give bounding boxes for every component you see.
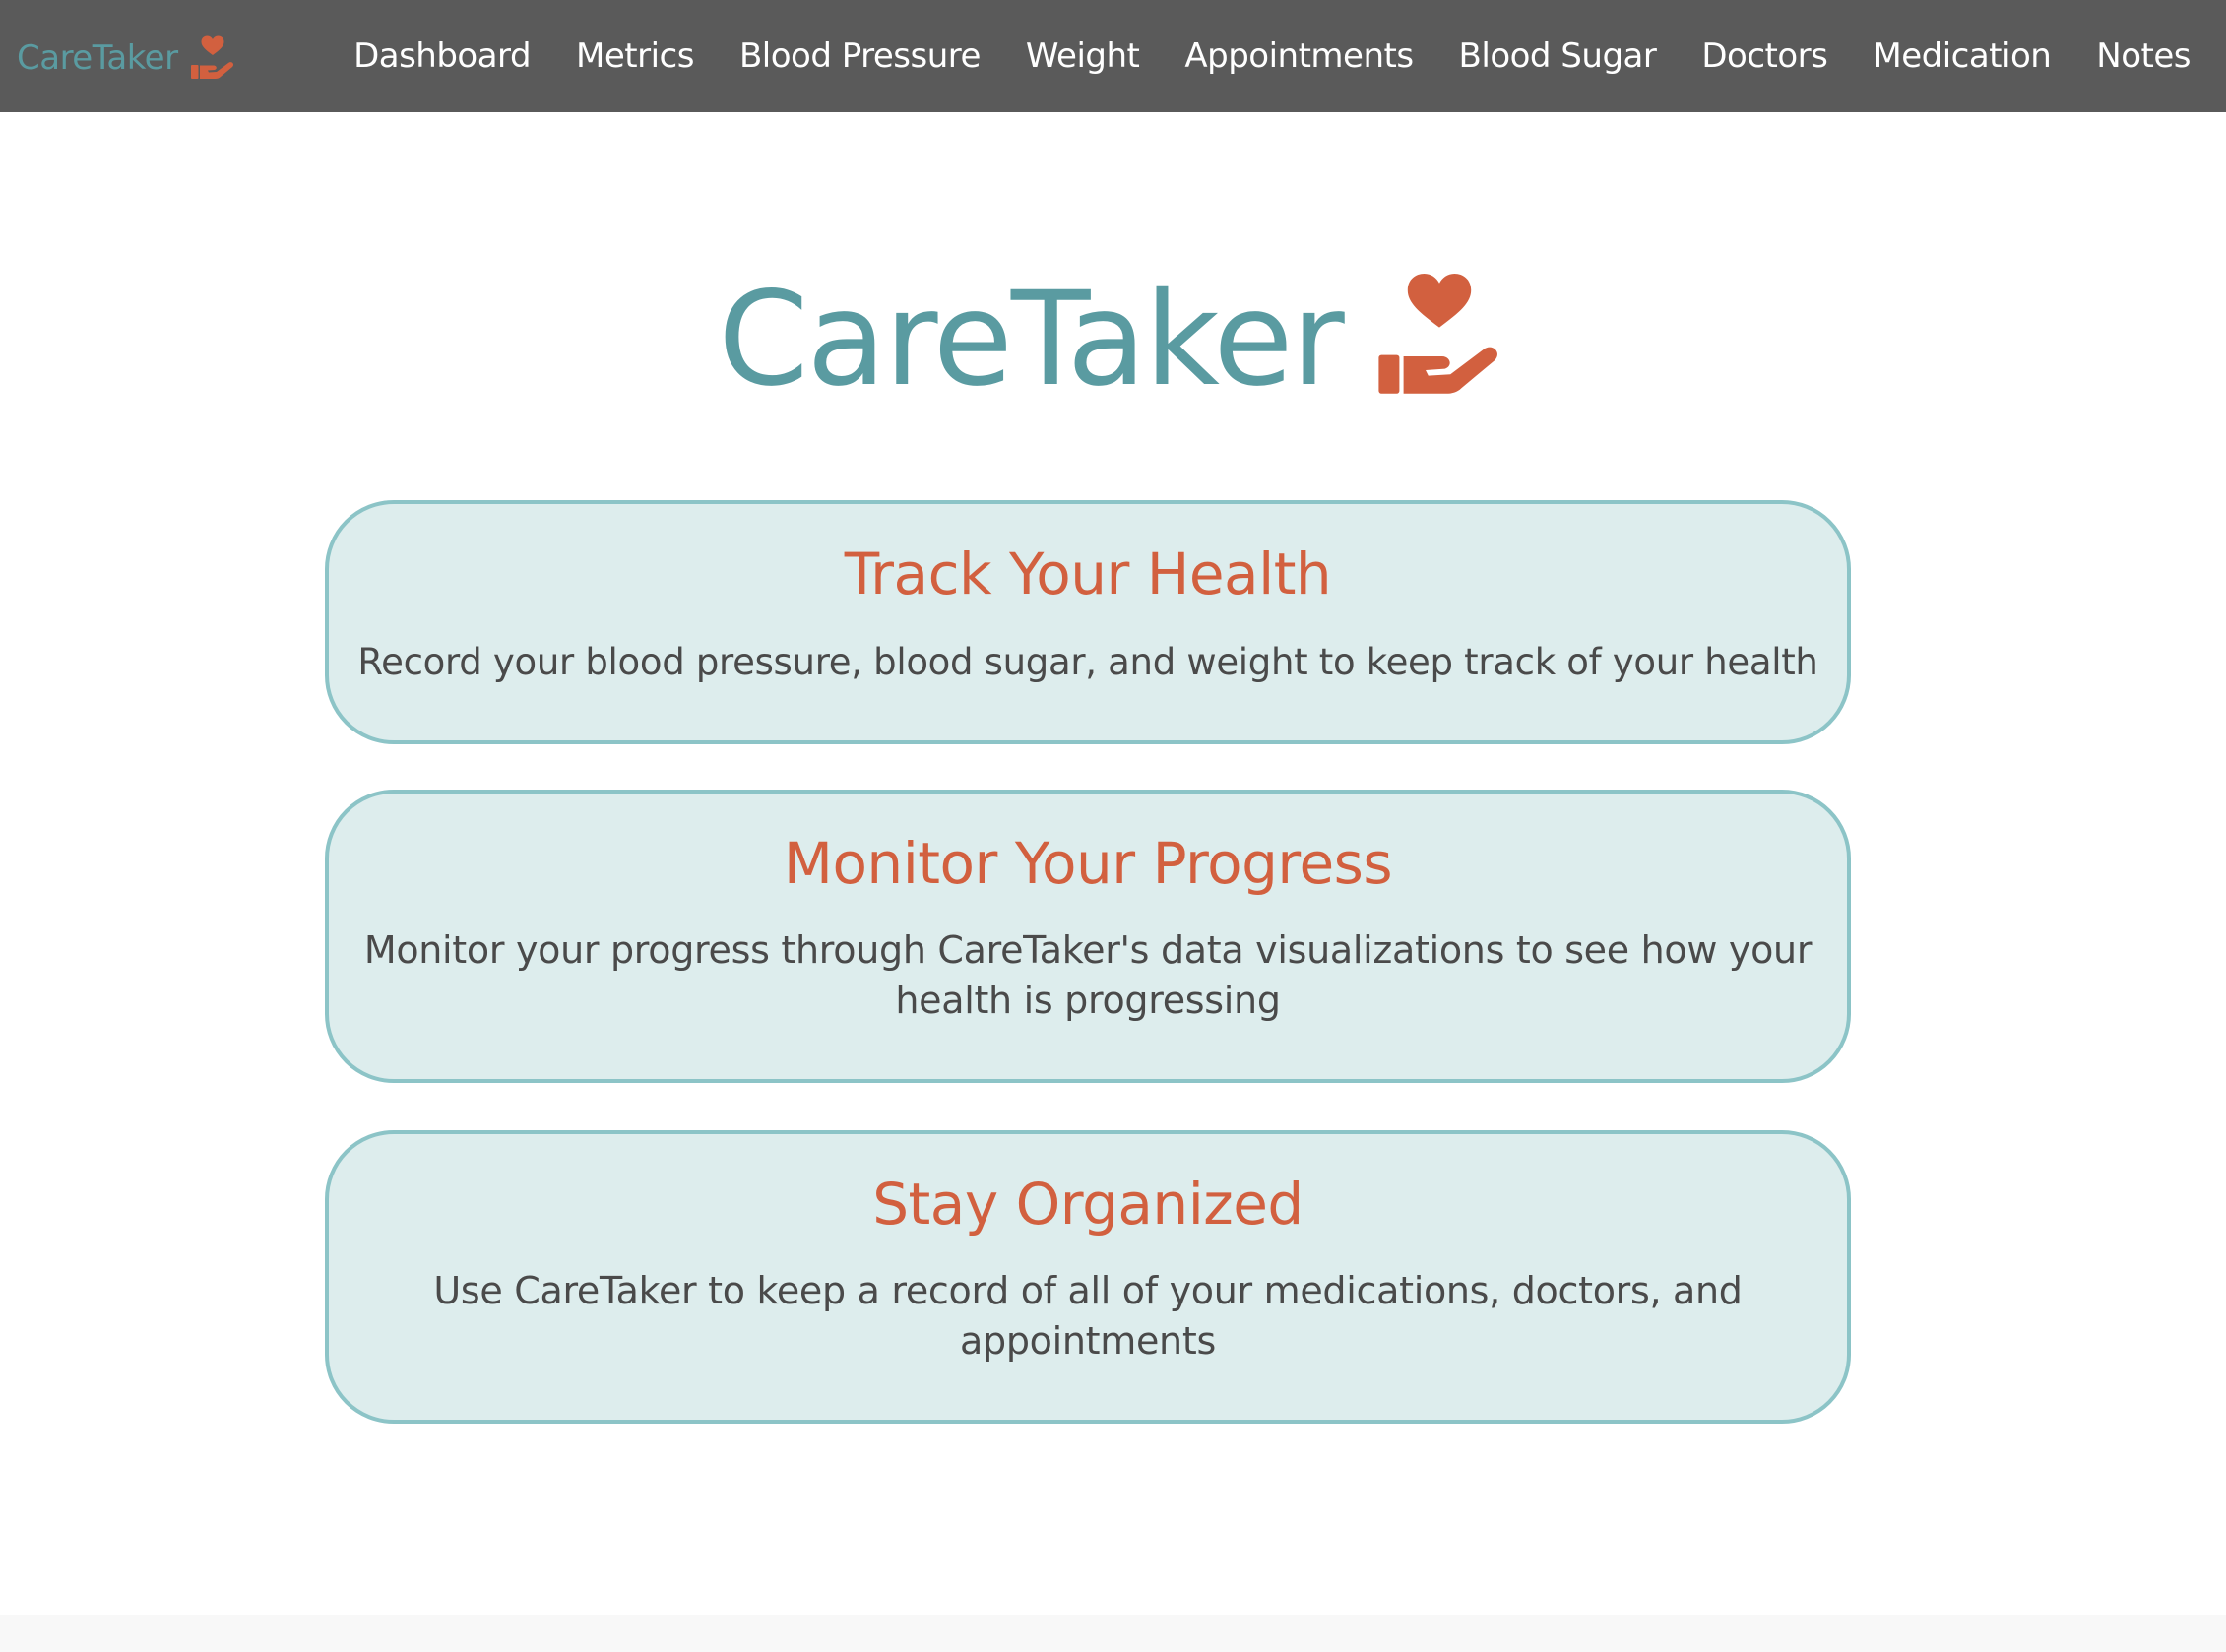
nav-item-metrics[interactable]: Metrics	[576, 36, 694, 76]
feature-card-title: Stay Organized	[872, 1171, 1304, 1238]
hand-holding-heart-icon	[1378, 274, 1497, 394]
page-title: CareTaker	[718, 264, 1345, 415]
hero-header: CareTaker	[0, 266, 2226, 413]
feature-card-title: Track Your Health	[844, 540, 1332, 607]
feature-card-stay-organized: Stay Organized Use CareTaker to keep a r…	[325, 1130, 1851, 1424]
nav-item-doctors[interactable]: Doctors	[1701, 36, 1828, 76]
nav-menu: Dashboard Metrics Blood Pressure Weight …	[353, 0, 2191, 112]
feature-card-title: Monitor Your Progress	[783, 830, 1393, 897]
feature-card-description: Use CareTaker to keep a record of all of…	[433, 1268, 1743, 1363]
feature-card-description: Record your blood pressure, blood sugar,…	[357, 640, 1818, 683]
nav-item-medication[interactable]: Medication	[1873, 36, 2051, 76]
feature-card-track-health: Track Your Health Record your blood pres…	[325, 500, 1851, 744]
nav-item-notes[interactable]: Notes	[2096, 36, 2191, 76]
footer-band	[0, 1615, 2226, 1652]
nav-item-blood-pressure[interactable]: Blood Pressure	[739, 36, 981, 76]
top-navbar: CareTaker Dashboard Metrics Blood Pressu…	[0, 0, 2226, 112]
feature-card-description: Monitor your progress through CareTaker'…	[363, 927, 1813, 1022]
brand-logo-link[interactable]: CareTaker	[17, 33, 237, 83]
nav-item-appointments[interactable]: Appointments	[1184, 36, 1414, 76]
nav-item-dashboard[interactable]: Dashboard	[353, 36, 531, 76]
feature-card-monitor-progress: Monitor Your Progress Monitor your progr…	[325, 790, 1851, 1083]
hand-holding-heart-icon	[190, 35, 233, 79]
nav-item-weight[interactable]: Weight	[1026, 36, 1140, 76]
nav-item-blood-sugar[interactable]: Blood Sugar	[1459, 36, 1657, 76]
brand-name: CareTaker	[17, 38, 178, 78]
